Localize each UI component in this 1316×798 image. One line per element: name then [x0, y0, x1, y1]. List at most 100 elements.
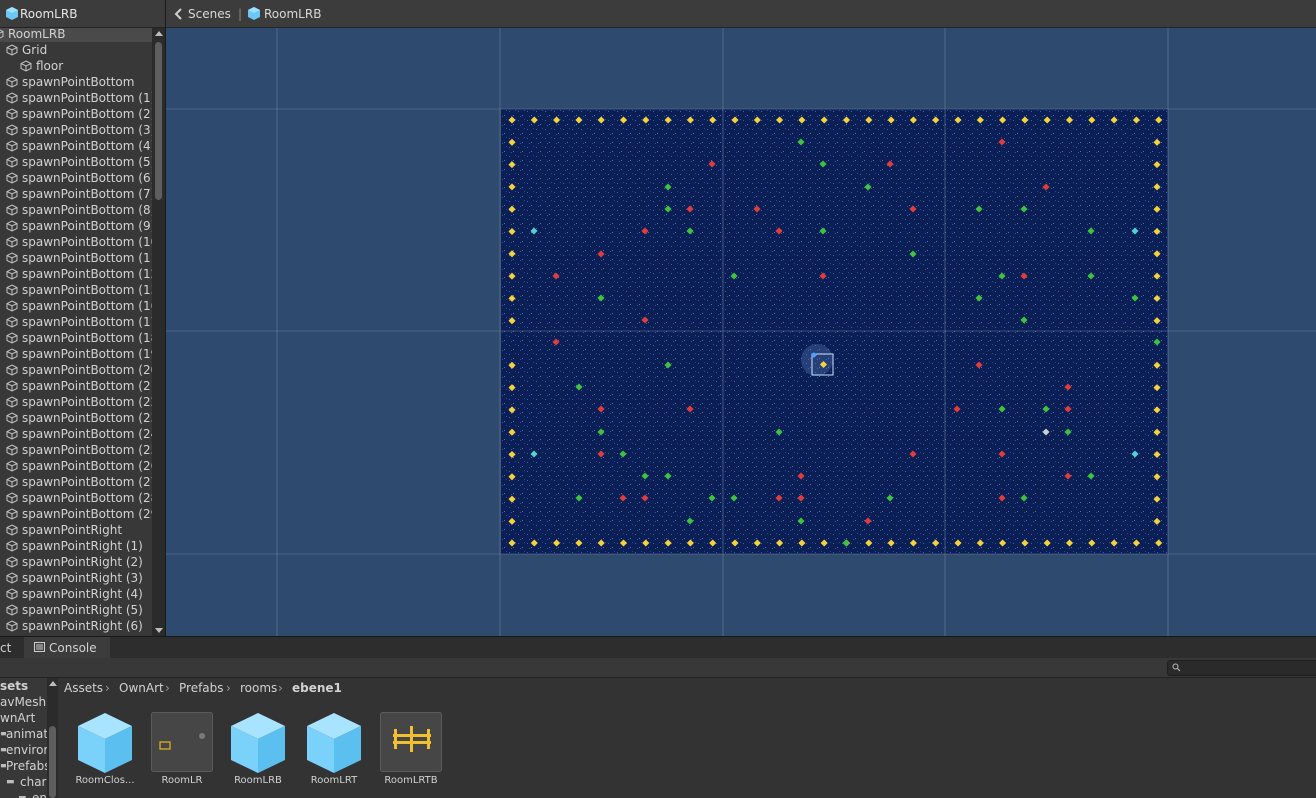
room-floor[interactable] [501, 109, 1168, 554]
gameobject-icon [6, 252, 18, 264]
folder-label: en [32, 791, 47, 798]
hierarchy-item[interactable]: spawnPointBottom (6) [0, 170, 152, 186]
hierarchy-item[interactable]: spawnPointRight (1) [0, 538, 152, 554]
gameobject-icon [6, 204, 18, 216]
hierarchy-item-label: spawnPointBottom (21 [22, 379, 152, 393]
hierarchy-item[interactable]: Grid [0, 42, 152, 58]
folder-item[interactable]: wnArt [0, 710, 35, 726]
gameobject-icon [6, 396, 18, 408]
hierarchy-item[interactable]: spawnPointRight (6) [0, 618, 152, 634]
asset-item[interactable]: RoomLRB [226, 712, 290, 786]
project-search-input[interactable] [1167, 660, 1316, 676]
hierarchy-item-label: spawnPointBottom (27 [22, 475, 152, 489]
hierarchy-item[interactable]: spawnPointBottom (4) [0, 138, 152, 154]
hierarchy-item[interactable]: spawnPointBottom (19 [0, 346, 152, 362]
asset-item[interactable]: RoomLRT [302, 712, 366, 786]
hierarchy-item[interactable]: spawnPointBottom (23 [0, 410, 152, 426]
hierarchy-item[interactable]: spawnPointBottom (9) [0, 218, 152, 234]
breadcrumb-chevron-icon: › [165, 681, 170, 695]
scroll-up-icon[interactable] [49, 681, 57, 686]
hierarchy-item[interactable]: spawnPointBottom (18 [0, 330, 152, 346]
folder-item[interactable]: ▬ char [6, 774, 47, 790]
hierarchy-item[interactable]: spawnPointBottom (10 [0, 234, 152, 250]
scene-header: Scenes | RoomLRB [166, 0, 1316, 28]
scroll-thumb[interactable] [49, 726, 56, 798]
hierarchy-item[interactable]: spawnPointBottom (17 [0, 314, 152, 330]
hierarchy-item[interactable]: spawnPointBottom (3) [0, 122, 152, 138]
breadcrumb-item[interactable]: OwnArt [119, 681, 164, 695]
hierarchy-item-label: spawnPointBottom (25 [22, 443, 152, 457]
breadcrumb-scenes[interactable]: Scenes [188, 7, 231, 21]
hierarchy-item[interactable]: spawnPointBottom (11) [0, 250, 152, 266]
hierarchy-item[interactable]: spawnPointRight (5) [0, 602, 152, 618]
hierarchy-item-label: spawnPointBottom (18 [22, 331, 152, 345]
hierarchy-item-label: spawnPointRight (1) [22, 539, 143, 553]
folder-label: enviror [6, 743, 49, 757]
breadcrumb-item[interactable]: rooms [240, 681, 277, 695]
breadcrumb-item[interactable]: Assets [64, 681, 103, 695]
scroll-up-icon[interactable] [155, 31, 163, 36]
hierarchy-item[interactable]: spawnPointBottom (7) [0, 186, 152, 202]
hierarchy-item[interactable]: spawnPointBottom [0, 74, 152, 90]
hierarchy-item[interactable]: spawnPointBottom (16 [0, 298, 152, 314]
hierarchy-item-label: spawnPointRight [22, 523, 123, 537]
folder-item[interactable]: ▬ en [18, 790, 47, 798]
hierarchy-item[interactable]: spawnPointRight (4) [0, 586, 152, 602]
hierarchy-item[interactable]: spawnPointBottom (26 [0, 458, 152, 474]
gameobject-icon [6, 220, 18, 232]
breadcrumb-prefab[interactable]: RoomLRB [264, 7, 321, 21]
gameobject-icon [6, 508, 18, 520]
folder-scrollbar[interactable] [47, 678, 58, 798]
folder-item[interactable]: ▬animat [0, 726, 48, 742]
hierarchy-item-label: spawnPointBottom (7) [22, 187, 152, 201]
folder-label: avMesh [0, 695, 47, 709]
hierarchy-item[interactable]: RoomLRB [0, 28, 152, 42]
hierarchy-item[interactable]: spawnPointRight [0, 522, 152, 538]
hierarchy-item[interactable]: spawnPointBottom (20 [0, 362, 152, 378]
hierarchy-item-label: spawnPointBottom (12 [22, 267, 152, 281]
hierarchy-item[interactable]: spawnPointBottom (24 [0, 426, 152, 442]
asset-label: RoomClos... [75, 775, 135, 786]
hierarchy-item[interactable]: spawnPointBottom (28 [0, 490, 152, 506]
hierarchy-item[interactable]: spawnPointBottom (25 [0, 442, 152, 458]
folder-item[interactable]: sets [0, 678, 28, 694]
hierarchy-item[interactable]: spawnPointRight (2) [0, 554, 152, 570]
hierarchy-item[interactable]: spawnPointBottom (2) [0, 106, 152, 122]
tab-console[interactable]: Console [24, 637, 110, 658]
folder-item[interactable]: ▬enviror [0, 742, 48, 758]
scroll-down-icon[interactable] [155, 628, 163, 633]
hierarchy-scrollbar[interactable] [152, 28, 165, 636]
folder-item[interactable]: avMesh [0, 694, 46, 710]
hierarchy-item[interactable]: spawnPointBottom (5) [0, 154, 152, 170]
hierarchy-item-label: spawnPointRight (6) [22, 619, 143, 633]
hierarchy-item[interactable]: spawnPointBottom (27 [0, 474, 152, 490]
scene-canvas[interactable] [166, 28, 1316, 636]
selection-gizmo[interactable] [801, 344, 833, 376]
asset-label: RoomLRTB [384, 775, 438, 786]
hierarchy-item[interactable]: spawnPointBottom (22 [0, 394, 152, 410]
hierarchy-item[interactable]: spawnPointBottom (1) [0, 90, 152, 106]
hierarchy-title: RoomLRB [20, 7, 78, 21]
tab-project[interactable]: ct [0, 641, 11, 655]
scroll-thumb[interactable] [155, 42, 162, 200]
hierarchy-item[interactable]: spawnPointBottom (8) [0, 202, 152, 218]
breadcrumb-item[interactable]: Prefabs [179, 681, 224, 695]
folder-label: char [20, 775, 47, 789]
hierarchy-item[interactable]: spawnPointBottom (21 [0, 378, 152, 394]
gameobject-icon [6, 364, 18, 376]
hierarchy-item-label: spawnPointBottom (4) [22, 139, 152, 153]
hierarchy-item[interactable]: spawnPointRight (3) [0, 570, 152, 586]
breadcrumb-item[interactable]: ebene1 [292, 681, 342, 695]
back-arrow-icon[interactable] [173, 8, 185, 20]
hierarchy-item[interactable]: spawnPointBottom (12 [0, 266, 152, 282]
hierarchy-item-label: spawnPointBottom (29 [22, 507, 152, 521]
scene-view[interactable] [166, 28, 1316, 636]
hierarchy-item[interactable]: floor [0, 58, 152, 74]
hierarchy-item-label: spawnPointBottom (6) [22, 171, 152, 185]
hierarchy-item[interactable]: spawnPointBottom (29 [0, 506, 152, 522]
folder-item[interactable]: ▬Prefabs [0, 758, 51, 774]
asset-item[interactable]: RoomClos... [73, 712, 137, 786]
hierarchy-item[interactable]: spawnPointBottom (13 [0, 282, 152, 298]
hierarchy-item-label: spawnPointBottom (3) [22, 123, 152, 137]
hierarchy-item-label: spawnPointBottom (22 [22, 395, 152, 409]
